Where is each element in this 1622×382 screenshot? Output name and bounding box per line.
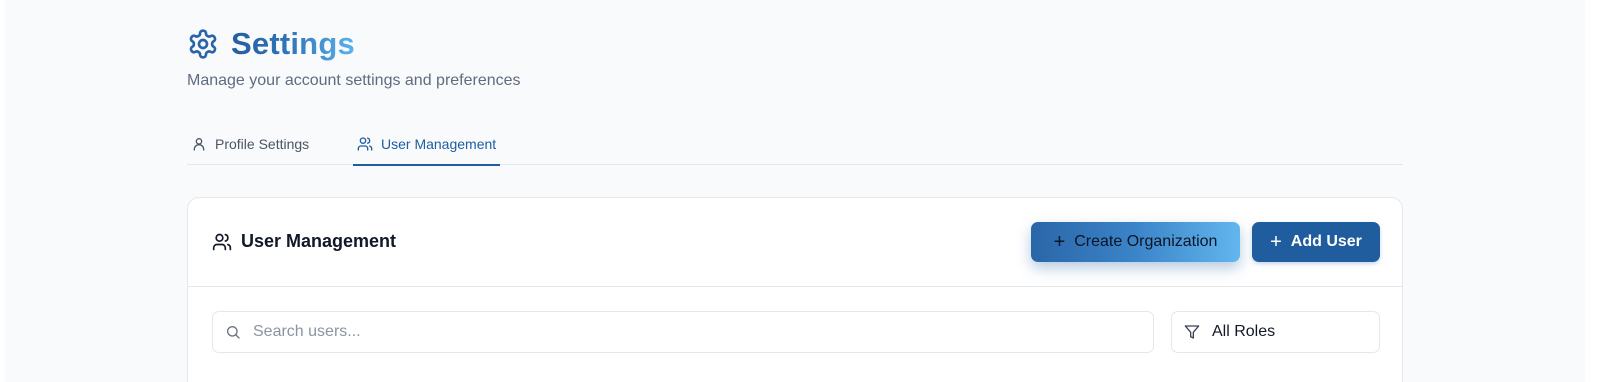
plus-icon: + xyxy=(1270,231,1282,253)
tab-label: User Management xyxy=(381,135,497,152)
plus-icon: + xyxy=(1053,231,1066,253)
users-icon xyxy=(357,136,373,151)
button-label: Create Organization xyxy=(1074,233,1218,250)
tab-label: Profile Settings xyxy=(215,135,310,152)
gear-icon xyxy=(187,28,219,60)
search-input[interactable] xyxy=(253,323,1133,341)
role-filter-value: All Roles xyxy=(1212,323,1276,340)
search-icon xyxy=(227,326,240,339)
page-header: Settings xyxy=(187,26,355,62)
filter-icon xyxy=(1184,325,1200,339)
user-management-card: User Management + Create Organization + … xyxy=(187,197,1403,382)
card-title: User Management xyxy=(241,231,397,251)
settings-tabs: Profile Settings User Management xyxy=(187,122,1403,166)
role-filter-select[interactable]: All Roles xyxy=(1171,311,1380,353)
add-user-button[interactable]: + Add User xyxy=(1252,222,1380,262)
tab-profile-settings[interactable]: Profile Settings xyxy=(187,122,313,165)
users-icon xyxy=(212,233,232,250)
user-icon xyxy=(193,137,205,151)
create-organization-button[interactable]: + Create Organization xyxy=(1031,222,1240,262)
page-title: Settings xyxy=(231,26,355,61)
card-header: User Management + Create Organization + … xyxy=(188,198,1402,287)
page-subtitle: Manage your account settings and prefere… xyxy=(187,72,521,89)
button-label: Add User xyxy=(1290,233,1362,250)
tab-user-management[interactable]: User Management xyxy=(353,122,501,166)
card-title-group: User Management xyxy=(212,231,396,252)
search-field xyxy=(212,311,1154,353)
